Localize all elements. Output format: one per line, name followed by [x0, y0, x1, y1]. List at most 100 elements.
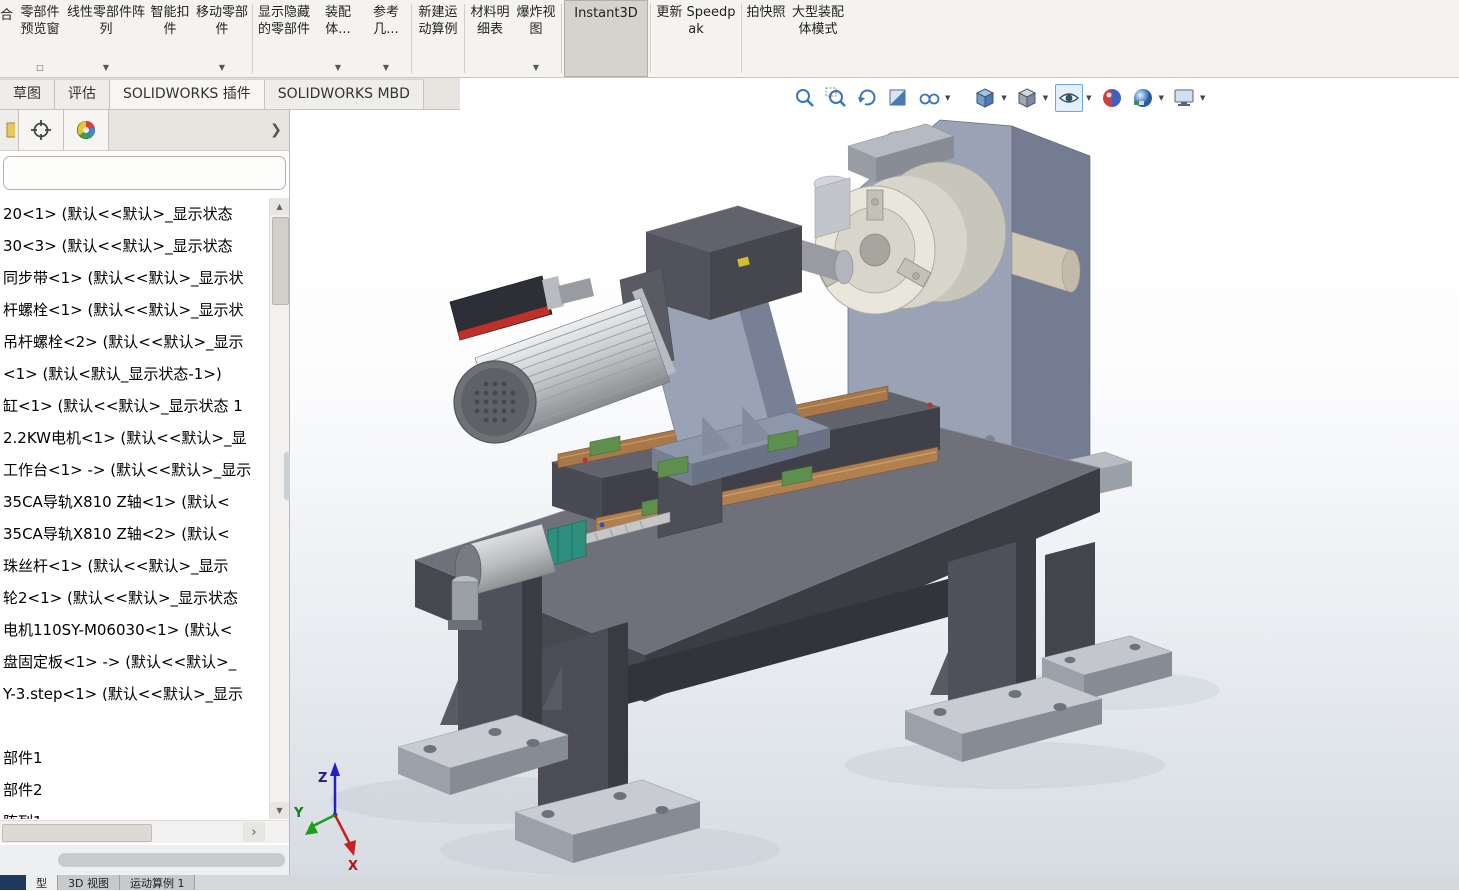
dropdown-arrow-icon[interactable]: ▼	[1200, 94, 1205, 102]
scrollbar-thumb[interactable]	[2, 824, 152, 842]
orientation-triad: Z Y X	[293, 762, 358, 874]
tab-motion-study-1[interactable]: 运动算例 1	[120, 875, 196, 890]
dropdown-arrow-icon: ▼	[383, 63, 389, 74]
tree-item[interactable]: 30<3> (默认<<默认>_显示状态	[0, 230, 289, 262]
tree-item[interactable]: 杆螺栓<1> (默认<<默认>_显示状	[0, 294, 289, 326]
tab-bar-corner	[0, 875, 26, 890]
tree-item[interactable]: 电机110SY-M06030<1> (默认<	[0, 614, 289, 646]
ribbon-button-instant3d[interactable]: Instant3D	[564, 0, 648, 77]
crosshair-icon	[30, 119, 52, 141]
ribbon-button-reference-geometry[interactable]: 参考几... ▼	[363, 0, 409, 77]
tree-item-spacer	[0, 710, 289, 742]
tree-item[interactable]: 部件1	[0, 742, 289, 774]
dropdown-arrow-icon[interactable]: ▼	[1001, 94, 1006, 102]
3d-model-machine-assembly[interactable]: Z Y X	[290, 110, 1459, 875]
tree-vertical-scrollbar[interactable]: ▲ ▼	[269, 198, 289, 819]
dropdown-arrow-icon[interactable]: ▼	[945, 94, 950, 102]
ribbon-separator	[411, 4, 412, 73]
tab-model[interactable]: 型	[26, 875, 58, 890]
tree-item[interactable]: 部件2	[0, 774, 289, 806]
panel-expand-chevron[interactable]: ❯	[263, 110, 289, 150]
feature-manager-filter-box[interactable]	[3, 156, 286, 190]
ribbon-button-component-preview-window[interactable]: 零部件预览窗 □	[14, 0, 66, 77]
section-view-icon[interactable]	[885, 85, 911, 111]
feature-tree: 20<1> (默认<<默认>_显示状态 30<3> (默认<<默认>_显示状态 …	[0, 198, 289, 819]
tab-3d-views[interactable]: 3D 视图	[58, 875, 120, 890]
ribbon-separator	[252, 4, 253, 73]
dropdown-arrow-icon[interactable]: ▼	[1086, 94, 1091, 102]
ribbon-button-large-assembly-mode[interactable]: 大型装配体模式	[788, 0, 848, 77]
tree-item[interactable]: 缸<1> (默认<<默认>_显示状态 1	[0, 390, 289, 422]
ribbon-button-bill-of-materials[interactable]: 材料明细表	[467, 0, 513, 77]
dropdown-arrow-icon[interactable]: ▼	[1159, 94, 1164, 102]
heads-up-view-toolbar: ▼ ▼ ▼ ▼ ▼ ▼	[792, 84, 1207, 112]
display-style-icon[interactable]	[1014, 85, 1040, 111]
tree-item[interactable]: <1> (默认<默认_显示状态-1>)	[0, 358, 289, 390]
ribbon-button-show-hidden-components[interactable]: 显示隐藏的零部件	[255, 0, 313, 77]
ribbon-separator	[561, 4, 562, 73]
ribbon-button-update-speedpak[interactable]: 更新 Speedpak	[653, 0, 739, 77]
ribbon-button-take-snapshot[interactable]: 拍快照	[744, 0, 788, 77]
property-manager-tab[interactable]	[19, 110, 64, 150]
color-wheel-icon	[75, 119, 97, 141]
tab-sketch[interactable]: 草图	[0, 79, 55, 109]
tab-solidworks-mbd[interactable]: SOLIDWORKS MBD	[265, 79, 424, 109]
panel-bottom-scrollbar[interactable]	[58, 853, 285, 867]
dropdown-arrow-icon: ▼	[533, 63, 539, 74]
edit-appearance-icon[interactable]	[1099, 85, 1125, 111]
ribbon-button-smart-fasteners[interactable]: 智能扣件	[146, 0, 194, 77]
scroll-up-icon[interactable]: ▲	[270, 198, 289, 215]
tab-evaluate[interactable]: 评估	[55, 79, 110, 109]
view-settings-icon[interactable]	[1171, 85, 1197, 111]
tree-item[interactable]: 轮2<1> (默认<<默认>_显示状态	[0, 582, 289, 614]
feature-manager-tab-strip: ❯	[0, 110, 289, 151]
tree-item[interactable]: 珠丝杆<1> (默认<<默认>_显示	[0, 550, 289, 582]
zoom-fit-icon[interactable]	[792, 85, 818, 111]
tree-item[interactable]: 35CA导轨X810 Z轴<2> (默认<	[0, 518, 289, 550]
ribbon-separator	[741, 4, 742, 73]
dropdown-arrow-icon: ▼	[219, 63, 225, 74]
dropdown-arrow-icon: ▼	[103, 63, 109, 74]
ribbon-button-move-component[interactable]: 移动零部件 ▼	[194, 0, 250, 77]
scroll-right-icon[interactable]: ›	[243, 822, 265, 842]
command-manager-tabs: 草图 评估 SOLIDWORKS 插件 SOLIDWORKS MBD	[0, 78, 460, 110]
tab-solidworks-addins[interactable]: SOLIDWORKS 插件	[110, 79, 265, 109]
dropdown-arrow-icon[interactable]: ▼	[1043, 94, 1048, 102]
ribbon-button-linear-component-pattern[interactable]: 线性零部件阵列 ▼	[66, 0, 146, 77]
triad-z-label: Z	[318, 771, 327, 786]
scroll-down-icon[interactable]: ▼	[270, 802, 289, 819]
apply-scene-icon[interactable]	[1130, 85, 1156, 111]
tree-item[interactable]: 2.2KW电机<1> (默认<<默认>_显	[0, 422, 289, 454]
tree-item[interactable]: 吊杆螺栓<2> (默认<<默认>_显示	[0, 326, 289, 358]
zoom-area-icon[interactable]	[823, 85, 849, 111]
ribbon-button-exploded-view[interactable]: 爆炸视图 ▼	[513, 0, 559, 77]
previous-view-icon[interactable]	[854, 85, 880, 111]
spindle-carriage[interactable]	[642, 206, 853, 486]
panel-splitter-handle[interactable]	[284, 452, 290, 500]
triad-y-label: Y	[293, 806, 304, 821]
chuck-side-block[interactable]	[814, 176, 850, 238]
tree-item[interactable]: 同步带<1> (默认<<默认>_显示状	[0, 262, 289, 294]
tree-item[interactable]: Y-3.step<1> (默认<<默认>_显示	[0, 678, 289, 710]
tree-item[interactable]: 盘固定板<1> -> (默认<<默认>_	[0, 646, 289, 678]
tree-item[interactable]: 工作台<1> -> (默认<<默认>_显示	[0, 454, 289, 486]
tree-horizontal-scrollbar[interactable]: ›	[0, 820, 289, 843]
checkbox-icon: □	[36, 63, 44, 74]
panel-bottom-strip	[0, 845, 290, 875]
ribbon-button-partial[interactable]: 合	[0, 4, 13, 23]
ribbon-separator	[464, 4, 465, 73]
scrollbar-thumb[interactable]	[272, 217, 289, 305]
ribbon-button-new-motion-study[interactable]: 新建运动算例	[414, 0, 462, 77]
dropdown-arrow-icon: ▼	[335, 63, 341, 74]
annotation-views-icon[interactable]	[916, 85, 942, 111]
tree-item[interactable]: 阵列1	[0, 806, 289, 819]
tree-item[interactable]: 20<1> (默认<<默认>_显示状态	[0, 198, 289, 230]
ribbon-separator	[650, 4, 651, 73]
hide-show-items-icon[interactable]	[1055, 84, 1083, 112]
triad-x-label: X	[348, 859, 358, 874]
view-orientation-icon[interactable]	[972, 85, 998, 111]
feature-manager-tab-partial[interactable]	[0, 110, 19, 150]
tree-item[interactable]: 35CA导轨X810 Z轴<1> (默认<	[0, 486, 289, 518]
ribbon-button-assembly-features[interactable]: 装配体... ▼	[313, 0, 363, 77]
display-manager-tab[interactable]	[64, 110, 109, 150]
